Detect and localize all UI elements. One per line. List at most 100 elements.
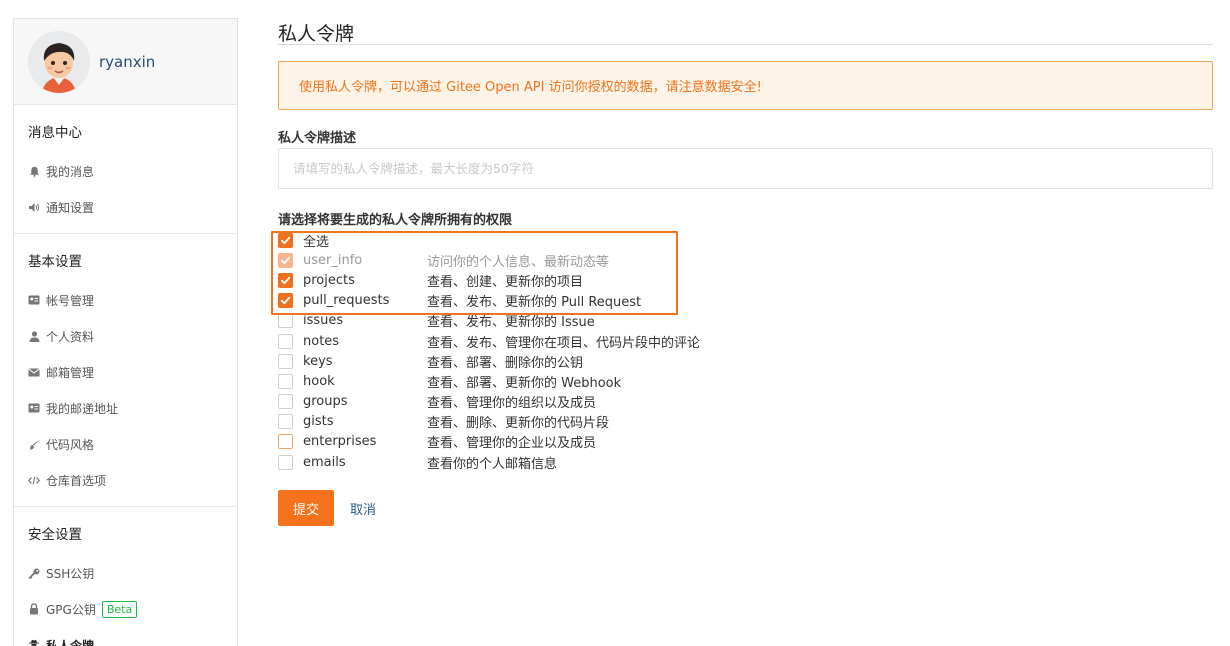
permission-row: enterprises 查看、管理你的企业以及成员 xyxy=(278,432,978,452)
permission-checkbox[interactable] xyxy=(278,394,293,410)
permission-description: 查看、发布、管理你在项目、代码片段中的评论 xyxy=(427,335,701,351)
sidebar-item-label: 我的消息 xyxy=(46,164,95,179)
token-description-input[interactable] xyxy=(278,148,1213,189)
notice-text: 使用私人令牌，可以通过 Gitee Open API 访问你授权的数据，请注意数… xyxy=(299,80,762,95)
permission-checkbox[interactable] xyxy=(278,252,293,268)
permission-checkbox[interactable] xyxy=(278,333,293,349)
sidebar-item-label: SSH公钥 xyxy=(46,566,95,581)
sidebar-section-security: 安全设置 SSH公钥 GPG公钥 Beta 私人令牌 xyxy=(14,507,237,646)
username[interactable]: ryanxin xyxy=(99,53,155,71)
permission-name[interactable]: issues xyxy=(303,313,427,328)
permission-description: 访问你的个人信息、最新动态等 xyxy=(427,254,610,270)
permission-description: 查看、部署、更新你的 Webhook xyxy=(427,375,622,391)
id-card-icon xyxy=(28,294,40,306)
permission-name[interactable]: enterprises xyxy=(303,434,427,449)
sidebar-item-label: GPG公钥 xyxy=(46,602,96,617)
section-title: 消息中心 xyxy=(28,125,82,141)
permission-name[interactable]: emails xyxy=(303,455,427,470)
user-profile: ryanxin xyxy=(14,19,237,105)
sidebar-item-label: 我的邮递地址 xyxy=(46,401,119,416)
permission-list: 全选 user_info 访问你的个人信息、最新动态等 projects 查看、创建、更… xyxy=(278,230,978,472)
sidebar-item-account[interactable]: 帐号管理 xyxy=(14,282,237,318)
title-divider xyxy=(278,44,1213,45)
sidebar-item-private-tokens[interactable]: 私人令牌 xyxy=(14,627,237,646)
sidebar-item-label: 帐号管理 xyxy=(46,293,95,308)
sidebar-item-code-style[interactable]: 代码风格 xyxy=(14,426,237,462)
notice-banner: 使用私人令牌，可以通过 Gitee Open API 访问你授权的数据，请注意数… xyxy=(278,61,1213,110)
permission-row: pull_requests 查看、发布、更新你的 Pull Request xyxy=(278,291,978,311)
key-icon xyxy=(28,567,40,579)
sidebar-item-ssh-keys[interactable]: SSH公钥 xyxy=(14,555,237,591)
permission-checkbox[interactable] xyxy=(278,272,293,288)
permission-name[interactable]: projects xyxy=(303,273,427,288)
permission-row: groups 查看、管理你的组织以及成员 xyxy=(278,392,978,412)
checkmark-icon xyxy=(280,236,291,244)
desc-label: 私人令牌描述 xyxy=(278,131,357,146)
permission-name[interactable]: hook xyxy=(303,374,427,389)
checkmark-icon xyxy=(280,296,291,305)
permission-row: gists 查看、删除、更新你的代码片段 xyxy=(278,412,978,432)
sidebar-item-gpg-keys[interactable]: GPG公钥 Beta xyxy=(14,591,237,627)
code-icon xyxy=(28,474,40,486)
permission-name[interactable]: user_info xyxy=(303,253,427,268)
permission-checkbox[interactable] xyxy=(278,414,293,430)
envelope-icon xyxy=(28,366,40,378)
permission-name[interactable]: groups xyxy=(303,394,427,409)
cancel-link[interactable]: 取消 xyxy=(350,499,376,518)
permission-checkbox[interactable] xyxy=(278,313,293,329)
section-title: 安全设置 xyxy=(28,527,82,543)
permission-description: 查看、删除、更新你的代码片段 xyxy=(427,416,610,432)
permission-description: 查看你的个人邮箱信息 xyxy=(427,456,558,472)
permission-description: 查看、管理你的组织以及成员 xyxy=(427,396,597,412)
permission-name[interactable]: keys xyxy=(303,354,427,369)
permission-row: user_info 访问你的个人信息、最新动态等 xyxy=(278,250,978,270)
user-secret-icon xyxy=(28,639,40,646)
permission-description: 查看、创建、更新你的项目 xyxy=(427,274,584,290)
permission-row: projects 查看、创建、更新你的项目 xyxy=(278,270,978,290)
sidebar-item-address[interactable]: 我的邮递地址 xyxy=(14,390,237,426)
sidebar-item-label: 通知设置 xyxy=(46,200,95,215)
beta-badge: Beta xyxy=(101,600,138,618)
permission-name[interactable]: pull_requests xyxy=(303,293,427,308)
sidebar: ryanxin 消息中心 我的消息 通知设置 基本设置 帐号管理 个人资料 邮箱… xyxy=(13,18,238,646)
permission-checkbox[interactable] xyxy=(278,373,293,389)
permission-checkbox[interactable] xyxy=(278,293,293,309)
sidebar-section-basic: 基本设置 帐号管理 个人资料 邮箱管理 我的邮递地址 代码风格 仓库首选项 xyxy=(14,234,237,507)
permission-row: issues 查看、发布、更新你的 Issue xyxy=(278,311,978,331)
sidebar-section-messages: 消息中心 我的消息 通知设置 xyxy=(14,105,237,234)
permission-checkbox[interactable] xyxy=(278,232,293,248)
sidebar-item-notification-settings[interactable]: 通知设置 xyxy=(14,189,237,225)
permission-checkbox[interactable] xyxy=(278,434,293,450)
address-card-icon xyxy=(28,402,40,414)
permission-checkbox[interactable] xyxy=(278,454,293,470)
permission-name[interactable]: notes xyxy=(303,334,427,349)
submit-button[interactable]: 提交 xyxy=(278,490,334,526)
permission-description: 查看、发布、更新你的 Pull Request xyxy=(427,295,642,311)
sidebar-item-label: 私人令牌 xyxy=(46,638,95,646)
sidebar-item-label: 邮箱管理 xyxy=(46,365,95,380)
permission-description: 查看、管理你的企业以及成员 xyxy=(427,436,597,452)
sidebar-item-label: 个人资料 xyxy=(46,329,95,344)
permission-name[interactable]: 全选 xyxy=(303,231,427,250)
permission-row: emails 查看你的个人邮箱信息 xyxy=(278,452,978,472)
permission-row: notes 查看、发布、管理你在项目、代码片段中的评论 xyxy=(278,331,978,351)
volume-icon xyxy=(28,201,40,213)
permission-row: hook 查看、部署、更新你的 Webhook xyxy=(278,371,978,391)
avatar[interactable] xyxy=(28,30,90,93)
permission-checkbox[interactable] xyxy=(278,353,293,369)
sidebar-item-email[interactable]: 邮箱管理 xyxy=(14,354,237,390)
sidebar-item-profile[interactable]: 个人资料 xyxy=(14,318,237,354)
sidebar-item-repo-preferences[interactable]: 仓库首选项 xyxy=(14,462,237,498)
permission-description: 查看、发布、更新你的 Issue xyxy=(427,315,595,331)
permissions-label: 请选择将要生成的私人令牌所拥有的权限 xyxy=(278,213,513,228)
checkmark-icon xyxy=(280,276,291,285)
permission-row: keys 查看、部署、删除你的公钥 xyxy=(278,351,978,371)
permission-name[interactable]: gists xyxy=(303,414,427,429)
brush-icon xyxy=(28,438,40,450)
bell-icon xyxy=(28,165,40,177)
sidebar-item-my-messages[interactable]: 我的消息 xyxy=(14,153,237,189)
sidebar-item-label: 代码风格 xyxy=(46,437,95,452)
permission-row: 全选 xyxy=(278,230,978,250)
lock-icon xyxy=(28,603,40,615)
permission-description: 查看、部署、删除你的公钥 xyxy=(427,355,584,371)
